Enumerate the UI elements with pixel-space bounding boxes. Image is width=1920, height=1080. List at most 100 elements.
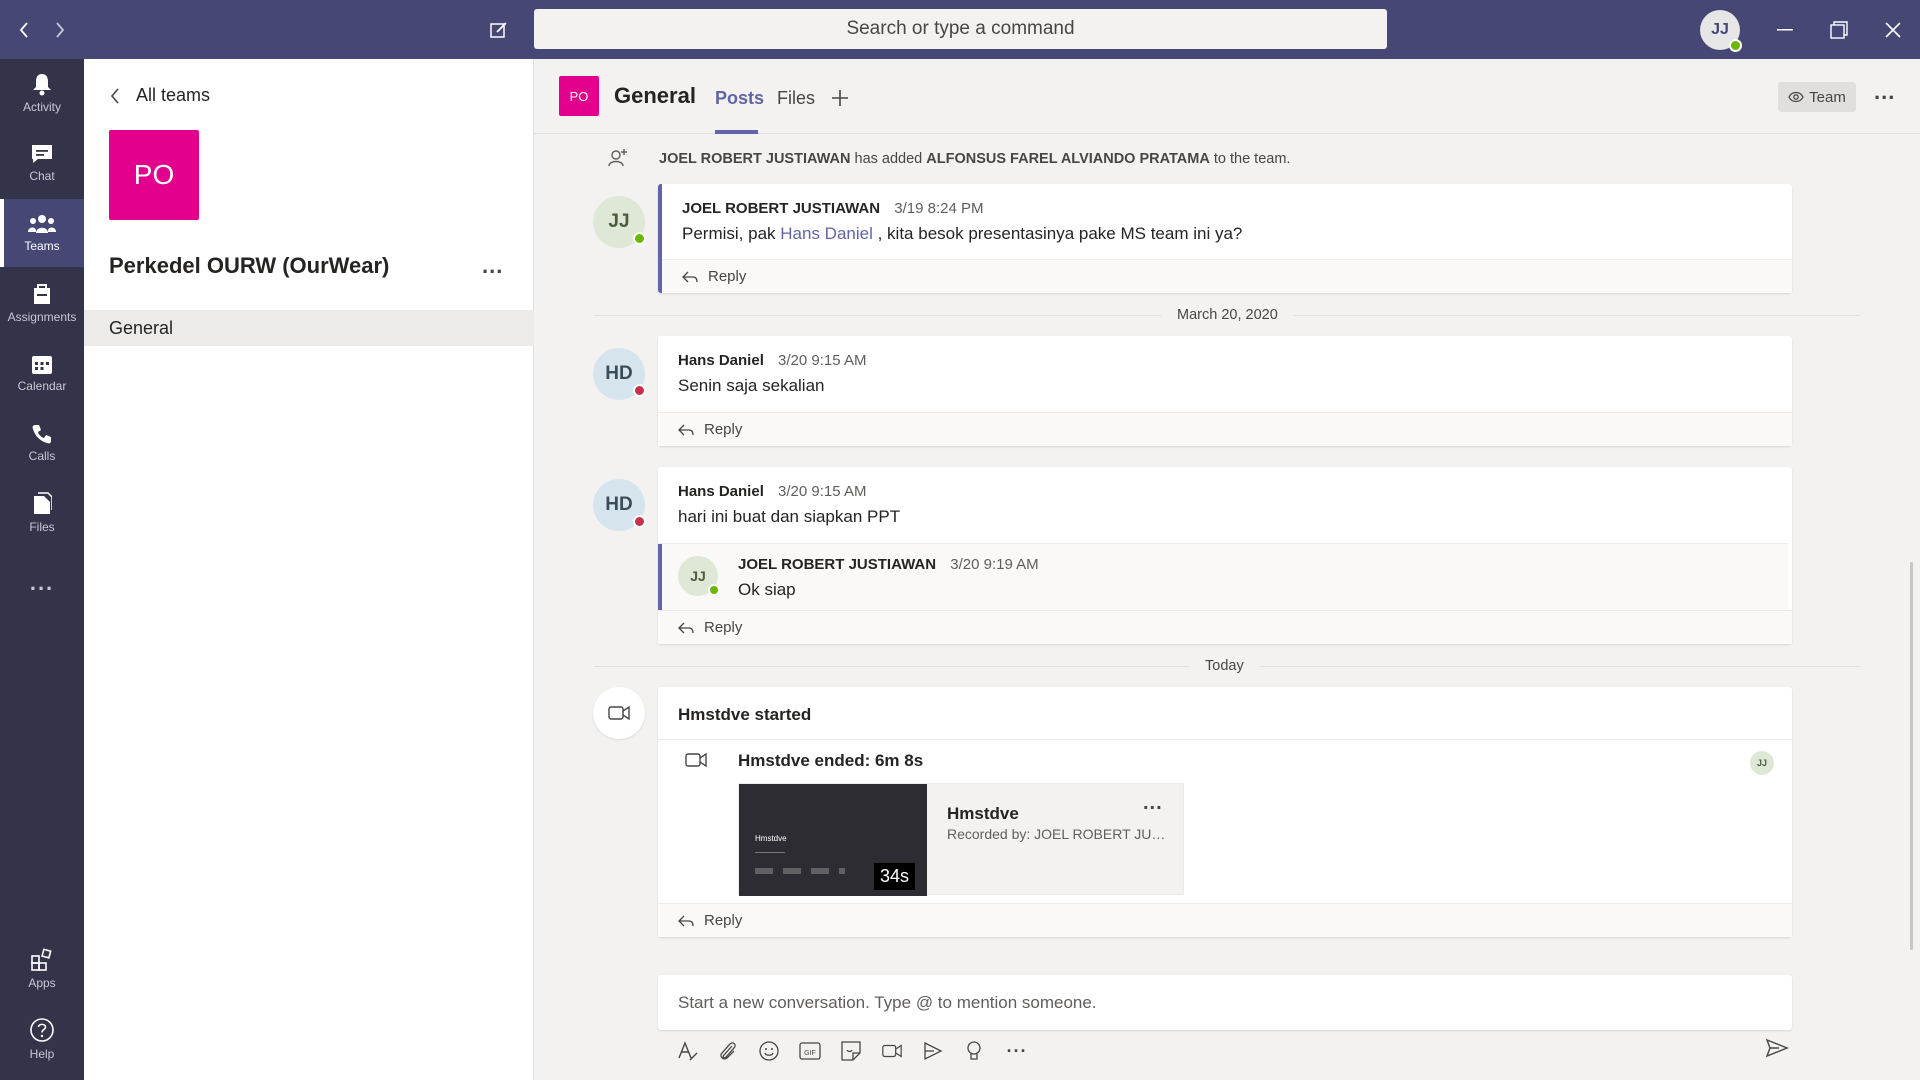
message-time: 3/20 9:19 AM (950, 556, 1039, 573)
avatar[interactable]: JJ (678, 556, 720, 596)
nested-reply: JJ JOEL ROBERT JUSTIAWAN 3/20 9:19 AM Ok… (658, 543, 1788, 611)
avatar[interactable]: HD (593, 479, 646, 531)
active-tab-indicator (715, 130, 758, 134)
teams-icon (28, 215, 56, 233)
close-icon[interactable] (1880, 0, 1906, 59)
avatar-initials: JJ (608, 211, 630, 232)
chat-icon (32, 145, 52, 163)
appbar-label: Calendar (17, 379, 67, 393)
sticker-icon[interactable] (840, 1040, 862, 1062)
message-text: , kita besok presentasinya pake MS team … (877, 224, 1243, 243)
avatar[interactable]: HD (593, 348, 646, 400)
message-header: JOEL ROBERT JUSTIAWAN 3/19 8:24 PM (682, 200, 984, 217)
minimize-icon[interactable] (1772, 0, 1798, 59)
meet-now-icon[interactable] (881, 1040, 903, 1062)
message-time: 3/19 8:24 PM (894, 200, 984, 217)
reply-label: Reply (704, 421, 743, 438)
more-options-icon[interactable]: ··· (1004, 1040, 1030, 1062)
recording-duration: 34s (873, 863, 915, 890)
compose-placeholder: Start a new conversation. Type @ to ment… (678, 992, 1097, 1012)
eye-icon (1788, 91, 1804, 103)
add-tab-icon[interactable] (831, 83, 849, 114)
message-card: Hans Daniel 3/20 9:15 AM Senin saja seka… (658, 336, 1792, 446)
team-button[interactable]: Team (1778, 82, 1856, 112)
forward-arrow-icon[interactable] (48, 0, 72, 59)
channel-item-general[interactable]: General (84, 310, 534, 346)
user-avatar[interactable]: JJ (1700, 10, 1742, 52)
recording-more-options-icon[interactable]: ... (1143, 792, 1163, 815)
all-teams-link[interactable]: All teams (110, 85, 210, 106)
phone-icon (32, 425, 51, 444)
tab-files[interactable]: Files (777, 88, 815, 109)
presence-busy-icon (633, 384, 646, 397)
help-icon (30, 1018, 54, 1042)
format-icon[interactable] (676, 1040, 698, 1062)
send-icon[interactable] (1765, 1038, 1789, 1063)
reply-label: Reply (708, 268, 747, 285)
meeting-ended-icon (684, 751, 708, 774)
channel-header: PO General Posts Files Team ... (534, 59, 1920, 134)
restore-icon[interactable] (1826, 0, 1852, 59)
presence-available-icon (708, 584, 720, 596)
reply-arrow-icon (678, 622, 694, 633)
all-teams-label: All teams (136, 85, 211, 105)
message-header: JOEL ROBERT JUSTIAWAN 3/20 9:19 AM (738, 556, 1039, 573)
presence-available-icon (633, 232, 646, 245)
channel-more-options-icon[interactable]: ... (1874, 79, 1895, 105)
reply-button[interactable]: Reply (658, 412, 1792, 446)
reply-accent-bar (658, 544, 662, 611)
back-arrow-icon[interactable] (12, 0, 36, 59)
title-bar: Search or type a command JJ (0, 0, 1920, 59)
team-name: Perkedel OURW (OurWear) (109, 253, 390, 278)
message-card: Hans Daniel 3/20 9:15 AM hari ini buat d… (658, 467, 1792, 644)
user-initials: JJ (1711, 21, 1729, 38)
team-more-options-icon[interactable]: ... (482, 253, 503, 279)
scrollbar[interactable] (1910, 562, 1913, 950)
presence-available-icon (1729, 39, 1742, 52)
thumbnail-details (755, 868, 845, 874)
tab-posts[interactable]: Posts (715, 88, 764, 109)
search-input[interactable]: Search or type a command (534, 9, 1387, 49)
reply-button[interactable]: Reply (658, 903, 1792, 937)
team-avatar: PO (109, 130, 199, 220)
appbar-apps[interactable]: Apps (0, 935, 84, 1003)
reply-button[interactable]: Reply (658, 610, 1792, 644)
message-author: JOEL ROBERT JUSTIAWAN (682, 200, 881, 217)
stream-icon[interactable] (922, 1040, 944, 1062)
avatar[interactable]: JJ (593, 196, 646, 248)
system-message: JOEL ROBERT JUSTIAWAN has added ALFONSUS… (659, 151, 1290, 167)
new-chat-icon[interactable] (486, 0, 512, 59)
message-header: Hans Daniel 3/20 9:15 AM (678, 483, 866, 500)
system-target: ALFONSUS FAREL ALVIANDO PRATAMA (926, 151, 1210, 167)
praise-icon[interactable] (963, 1040, 985, 1062)
meeting-card: Hmstdve started Hmstdve ended: 6m 8s JJ … (658, 687, 1792, 937)
message-body: Ok siap (738, 580, 796, 599)
appbar-help[interactable]: Help (0, 1005, 84, 1073)
mention-link[interactable]: Hans Daniel (780, 224, 873, 243)
emoji-icon[interactable] (758, 1040, 780, 1062)
presence-busy-icon (633, 515, 646, 528)
more-label: ... (29, 570, 55, 595)
appbar-teams[interactable]: Teams (0, 199, 84, 267)
message-card: JOEL ROBERT JUSTIAWAN 3/19 8:24 PM Permi… (658, 184, 1792, 293)
message-text: Permisi, pak (682, 224, 776, 243)
appbar-chat[interactable]: Chat (0, 129, 84, 197)
attach-icon[interactable] (717, 1040, 739, 1062)
more-apps-icon[interactable]: ... (0, 549, 84, 617)
reply-button[interactable]: Reply (662, 259, 1792, 293)
participant-avatar[interactable]: JJ (1750, 751, 1774, 775)
appbar-files[interactable]: Files (0, 479, 84, 547)
avatar-initials: JJ (1756, 758, 1767, 768)
meeting-icon (593, 687, 645, 739)
compose-input[interactable]: Start a new conversation. Type @ to ment… (658, 975, 1792, 1030)
appbar-calls[interactable]: Calls (0, 409, 84, 477)
appbar-calendar[interactable]: Calendar (0, 339, 84, 407)
recording-thumbnail[interactable]: Hmstdve 34s (739, 784, 927, 896)
appbar-assignments[interactable]: Assignments (0, 269, 84, 337)
gif-icon[interactable]: GIF (799, 1040, 821, 1062)
app-bar: Activity Chat Teams Assignments Calendar… (0, 59, 84, 1080)
appbar-label: Chat (29, 169, 55, 183)
recording-card[interactable]: Hmstdve 34s Hmstdve Recorded by: JOEL RO… (738, 783, 1184, 896)
message-author: Hans Daniel (678, 483, 764, 500)
appbar-activity[interactable]: Activity (0, 59, 84, 127)
